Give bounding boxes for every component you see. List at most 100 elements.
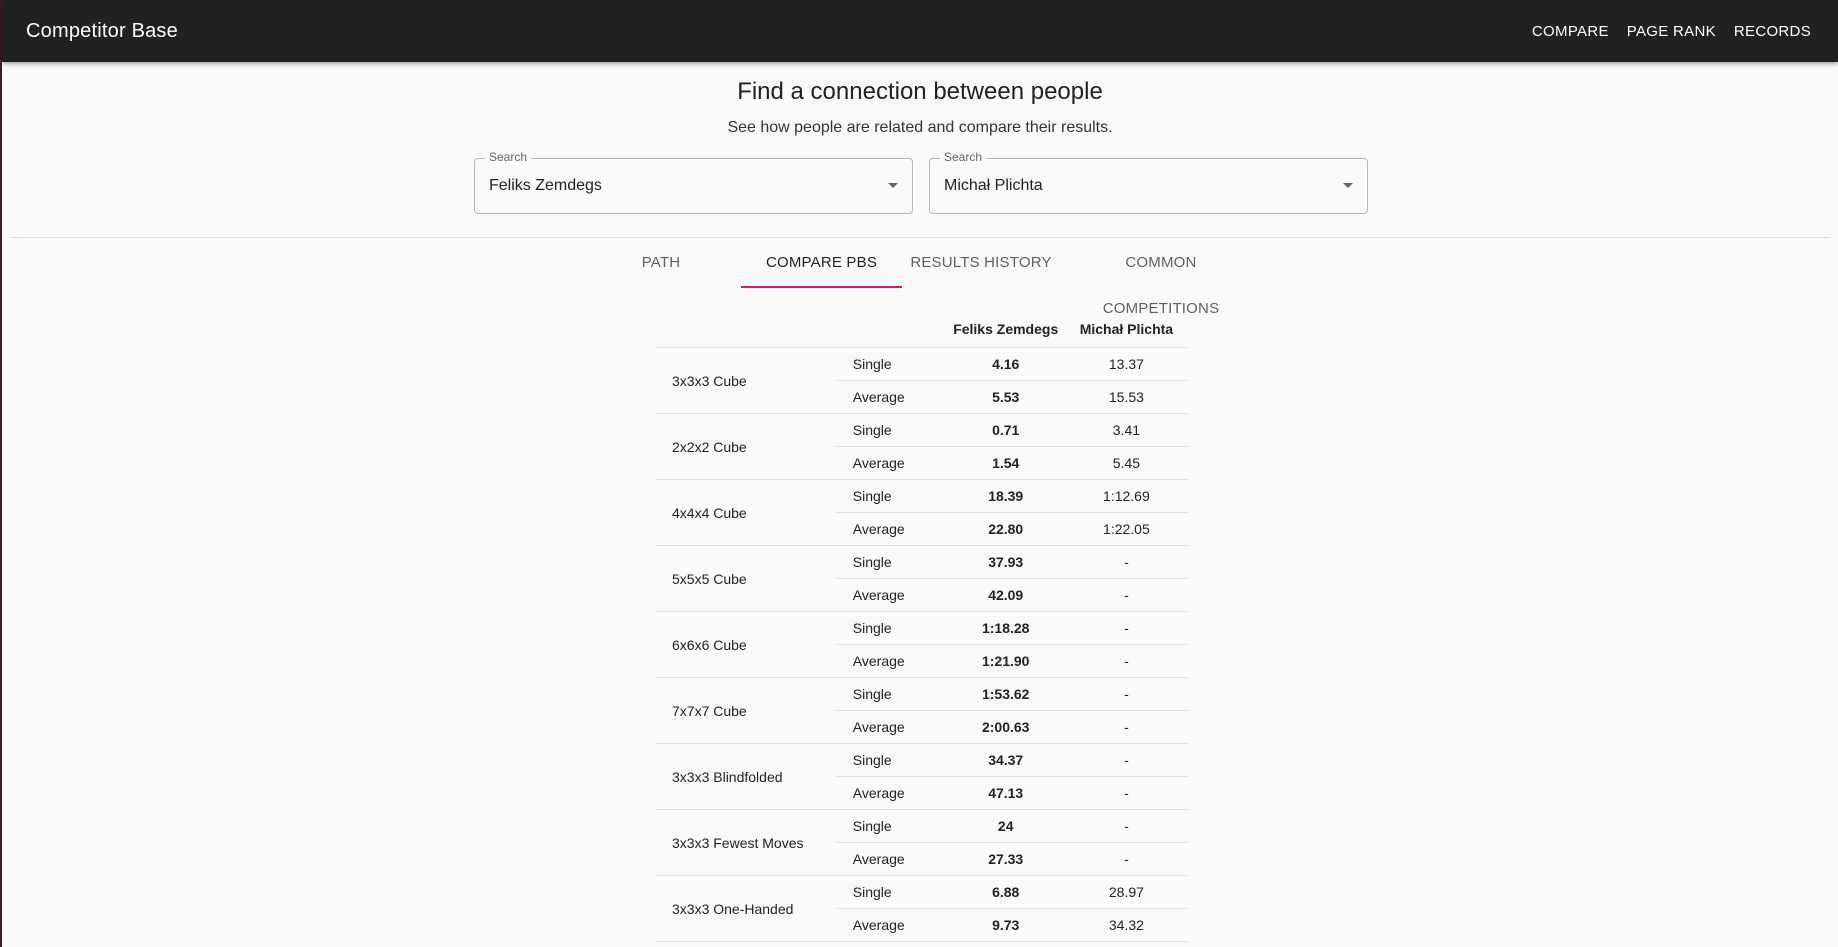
person-2-single: 1:12.69 xyxy=(1065,479,1187,513)
result-type: Average xyxy=(836,380,946,414)
person-2-single: - xyxy=(1065,809,1187,843)
search-field-person-2[interactable]: Search Michał Plichta xyxy=(929,150,1368,214)
section-divider xyxy=(10,237,1830,238)
person-2-single: 28.97 xyxy=(1065,875,1187,909)
person-2-average: 1:22.05 xyxy=(1065,512,1187,546)
table-row: 6x6x6 Cube Single 1:18.28- xyxy=(655,611,1187,678)
search-label: Search xyxy=(940,150,987,164)
table-body: 3x3x3 Cube Single 4.16 13.37 Average 5.53 15.5… xyxy=(655,347,1187,942)
table-row: 3x3x3 One-Handed Single 6.88 28.97 xyxy=(655,875,1187,942)
tab-common-competitions[interactable]: COMMON COMPETITIONS xyxy=(1067,240,1255,317)
table-row: 5x5x5 Cube Single 37.93- xyxy=(655,545,1187,612)
table-header-row: Feliks Zemdegs Michał Plichta xyxy=(655,310,1187,348)
person-2-average: - xyxy=(1065,644,1187,678)
search-field-person-1[interactable]: Search Feliks Zemdegs xyxy=(474,150,913,214)
person-2-average: 5.45 xyxy=(1065,446,1187,480)
person-2-average: 34.32 xyxy=(1065,908,1187,942)
header-type xyxy=(836,310,946,348)
person-2-average: - xyxy=(1065,578,1187,612)
person-2-average: - xyxy=(1065,842,1187,876)
tab-path[interactable]: PATH xyxy=(602,240,720,286)
person-1-single: 24 xyxy=(945,809,1066,843)
tab-compare-pbs[interactable]: COMPARE PBS xyxy=(741,240,902,288)
tab-results-history[interactable]: RESULTS HISTORY xyxy=(905,240,1057,286)
person-1-single: 37.93 xyxy=(945,545,1066,579)
nav-compare[interactable]: COMPARE xyxy=(1523,15,1618,48)
app-title[interactable]: Competitor Base xyxy=(26,20,178,43)
result-type: Single xyxy=(836,347,946,381)
result-type: Average xyxy=(836,776,946,810)
event-name: 5x5x5 Cube xyxy=(655,545,837,612)
event-name: 6x6x6 Cube xyxy=(655,611,837,678)
event-name: 4x4x4 Cube xyxy=(655,479,837,546)
person-1-single: 1:53.62 xyxy=(945,677,1066,711)
result-type: Single xyxy=(836,677,946,711)
event-name: 3x3x3 Cube xyxy=(655,347,837,414)
nav-page-rank[interactable]: PAGE RANK xyxy=(1618,15,1725,48)
person-2-single: 3.41 xyxy=(1065,413,1187,447)
person-1-single: 4.16 xyxy=(945,347,1066,381)
event-name: 3x3x3 Blindfolded xyxy=(655,743,837,810)
person-1-single: 18.39 xyxy=(945,479,1066,513)
result-type: Single xyxy=(836,875,946,909)
person-1-average: 1.54 xyxy=(945,446,1066,480)
event-name: 2x2x2 Cube xyxy=(655,413,837,480)
header-event xyxy=(655,310,837,348)
person-2-average: - xyxy=(1065,710,1187,744)
person-2-single: 13.37 xyxy=(1065,347,1187,381)
result-type: Average xyxy=(836,512,946,546)
table-row: 3x3x3 Cube Single 4.16 13.37 xyxy=(655,347,1187,414)
person-1-average: 9.73 xyxy=(945,908,1066,942)
event-name: 7x7x7 Cube xyxy=(655,677,837,744)
result-type: Single xyxy=(836,809,946,843)
table-row: 4x4x4 Cube Single 18.39 1:12.69 xyxy=(655,479,1187,546)
person-1-average: 27.33 xyxy=(945,842,1066,876)
table-row: 3x3x3 Blindfolded Single 34.37- xyxy=(655,743,1187,810)
search-label: Search xyxy=(485,150,532,164)
person-1-single: 34.37 xyxy=(945,743,1066,777)
result-type: Single xyxy=(836,611,946,645)
header-person-1: Feliks Zemdegs xyxy=(945,310,1066,348)
tab-bar: PATH COMPARE PBS RESULTS HISTORY COMMON … xyxy=(2,240,1838,317)
person-1-average: 1:21.90 xyxy=(945,644,1066,678)
search-value[interactable]: Michał Plichta xyxy=(944,177,1043,195)
result-type: Average xyxy=(836,446,946,480)
page-subtitle: See how people are related and compare t… xyxy=(727,119,1113,136)
search-value[interactable]: Feliks Zemdegs xyxy=(489,177,602,195)
result-type: Single xyxy=(836,545,946,579)
result-type: Average xyxy=(836,842,946,876)
header-person-2: Michał Plichta xyxy=(1065,310,1187,348)
dropdown-caret-icon[interactable] xyxy=(1343,183,1353,188)
result-type: Average xyxy=(836,644,946,678)
person-1-average: 47.13 xyxy=(945,776,1066,810)
person-2-single: - xyxy=(1065,545,1187,579)
person-2-average: 15.53 xyxy=(1065,380,1187,414)
result-type: Single xyxy=(836,743,946,777)
person-1-average: 5.53 xyxy=(945,380,1066,414)
table-row: 7x7x7 Cube Single 1:53.62- xyxy=(655,677,1187,744)
result-type: Average xyxy=(836,578,946,612)
table-row: 3x3x3 Fewest Moves Single 24- xyxy=(655,809,1187,876)
app-bar: Competitor Base COMPARE PAGE RANK RECORD… xyxy=(2,0,1838,62)
result-type: Single xyxy=(836,479,946,513)
nav-records[interactable]: RECORDS xyxy=(1725,15,1820,48)
result-type: Single xyxy=(836,413,946,447)
person-2-average: - xyxy=(1065,776,1187,810)
person-1-single: 6.88 xyxy=(945,875,1066,909)
person-2-single: - xyxy=(1065,611,1187,645)
person-2-single: - xyxy=(1065,743,1187,777)
table-row: 2x2x2 Cube Single 0.71 3.41 xyxy=(655,413,1187,480)
dropdown-caret-icon[interactable] xyxy=(888,183,898,188)
event-name: 3x3x3 Fewest Moves xyxy=(655,809,837,876)
person-1-single: 1:18.28 xyxy=(945,611,1066,645)
person-1-average: 22.80 xyxy=(945,512,1066,546)
person-1-average: 2:00.63 xyxy=(945,710,1066,744)
result-type: Average xyxy=(836,710,946,744)
person-1-average: 42.09 xyxy=(945,578,1066,612)
compare-pbs-table: Feliks Zemdegs Michał Plichta 3x3x3 Cube… xyxy=(655,310,1187,942)
event-name: 3x3x3 One-Handed xyxy=(655,875,837,942)
person-2-single: - xyxy=(1065,677,1187,711)
result-type: Average xyxy=(836,908,946,942)
person-1-single: 0.71 xyxy=(945,413,1066,447)
main-nav: COMPARE PAGE RANK RECORDS xyxy=(1523,15,1820,48)
